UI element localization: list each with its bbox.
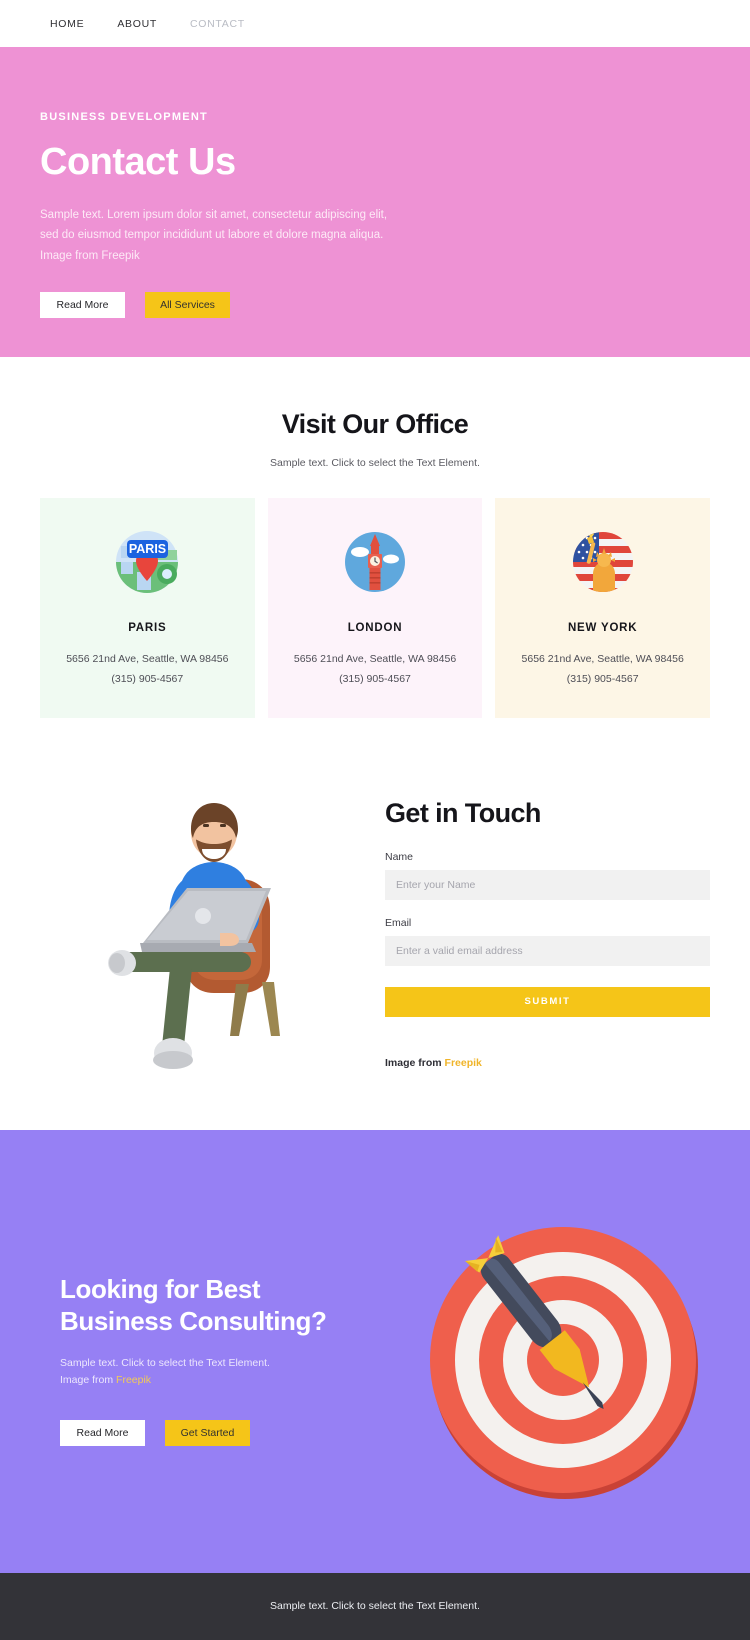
cta-read-more-button[interactable]: Read More xyxy=(60,1420,145,1447)
email-field-label: Email xyxy=(385,916,412,929)
office-card-phone: (315) 905-4567 xyxy=(566,673,639,686)
email-input[interactable] xyxy=(385,935,710,966)
contact-illustration-wrapper xyxy=(40,788,355,1078)
cta-get-started-button[interactable]: Get Started xyxy=(165,1420,250,1447)
cta-freepik-link[interactable]: Freepik xyxy=(116,1374,151,1386)
london-big-ben-icon xyxy=(341,528,409,596)
cta-subtitle: Sample text. Click to select the Text El… xyxy=(60,1355,400,1389)
office-card-paris[interactable]: PARIS PARIS 5656 21nd Ave, Seattle, WA 9… xyxy=(40,498,255,718)
hero-button-row: Read More All Services xyxy=(40,292,700,319)
hero-eyebrow: BUSINESS DEVELOPMENT xyxy=(40,111,209,123)
office-card-phone: (315) 905-4567 xyxy=(111,673,184,686)
cta-button-row: Read More Get Started xyxy=(60,1420,400,1447)
page-root: HOME ABOUT CONTACT BUSINESS DEVELOPMENT … xyxy=(0,0,750,1640)
hero-subtitle: Sample text. Lorem ipsum dolor sit amet,… xyxy=(40,208,388,262)
submit-button[interactable]: SUBMIT xyxy=(385,986,710,1017)
name-input[interactable] xyxy=(385,869,710,900)
office-section-title: Visit Our Office xyxy=(281,409,469,439)
svg-text:PARIS: PARIS xyxy=(129,542,166,556)
contact-form-title: Get in Touch xyxy=(385,797,541,828)
office-card-address: 5656 21nd Ave, Seattle, WA 98456 xyxy=(521,653,684,665)
contact-form-wrapper: Get in Touch Name Email SUBMIT Image fro… xyxy=(385,788,710,1069)
office-card-name: LONDON xyxy=(347,622,403,634)
nav-link-home[interactable]: HOME xyxy=(50,18,84,30)
nav-link-about[interactable]: ABOUT xyxy=(117,18,157,30)
cta-credit-prefix: Image from xyxy=(60,1373,114,1386)
cta-title: Looking for Best Business Consulting? xyxy=(60,1274,400,1336)
visit-office-section: Visit Our Office Sample text. Click to s… xyxy=(0,357,750,718)
office-card-london[interactable]: LONDON 5656 21nd Ave, Seattle, WA 98456 … xyxy=(267,498,483,718)
cta-illustration-wrapper xyxy=(420,1218,710,1503)
office-card-address: 5656 21nd Ave, Seattle, WA 98456 xyxy=(66,653,229,665)
top-navigation: HOME ABOUT CONTACT xyxy=(0,0,750,47)
office-card-name: PARIS xyxy=(128,622,167,634)
office-section-subtitle: Sample text. Click to select the Text El… xyxy=(270,457,480,469)
office-card-list: PARIS PARIS 5656 21nd Ave, Seattle, WA 9… xyxy=(40,498,711,718)
office-card-name: NEW YORK xyxy=(567,622,638,634)
cta-section: Looking for Best Business Consulting? Sa… xyxy=(0,1129,750,1573)
cta-title-line-1: Looking for Best xyxy=(60,1274,261,1305)
get-in-touch-section: Get in Touch Name Email SUBMIT Image fro… xyxy=(0,717,750,1130)
paris-map-pin-icon: PARIS xyxy=(113,528,181,596)
new-york-statue-of-liberty-icon xyxy=(569,528,637,596)
dartboard-with-dart-illustration xyxy=(423,1218,708,1503)
hero-all-services-button[interactable]: All Services xyxy=(145,292,230,319)
cta-title-line-2: Business Consulting? xyxy=(60,1305,327,1336)
hero-section: BUSINESS DEVELOPMENT Contact Us Sample t… xyxy=(0,47,750,357)
nav-link-contact[interactable]: CONTACT xyxy=(190,18,245,30)
name-field-label: Name xyxy=(385,850,414,863)
office-card-phone: (315) 905-4567 xyxy=(339,673,411,686)
hero-title: Contact Us xyxy=(40,141,236,183)
credit-prefix-text: Image from xyxy=(385,1056,442,1069)
footer: Sample text. Click to select the Text El… xyxy=(0,1572,750,1640)
office-card-new-york[interactable]: NEW YORK 5656 21nd Ave, Seattle, WA 9845… xyxy=(495,498,711,718)
footer-text: Sample text. Click to select the Text El… xyxy=(270,1600,480,1613)
cta-text-block: Looking for Best Business Consulting? Sa… xyxy=(40,1274,400,1447)
contact-image-credit: Image from Freepik xyxy=(385,1057,710,1069)
hero-read-more-button[interactable]: Read More xyxy=(40,292,125,319)
man-on-armchair-with-laptop-illustration xyxy=(90,788,305,1078)
cta-subtitle-line-1: Sample text. Click to select the Text El… xyxy=(60,1356,270,1369)
office-card-address: 5656 21nd Ave, Seattle, WA 98456 xyxy=(293,653,457,665)
freepik-link[interactable]: Freepik xyxy=(445,1057,482,1069)
